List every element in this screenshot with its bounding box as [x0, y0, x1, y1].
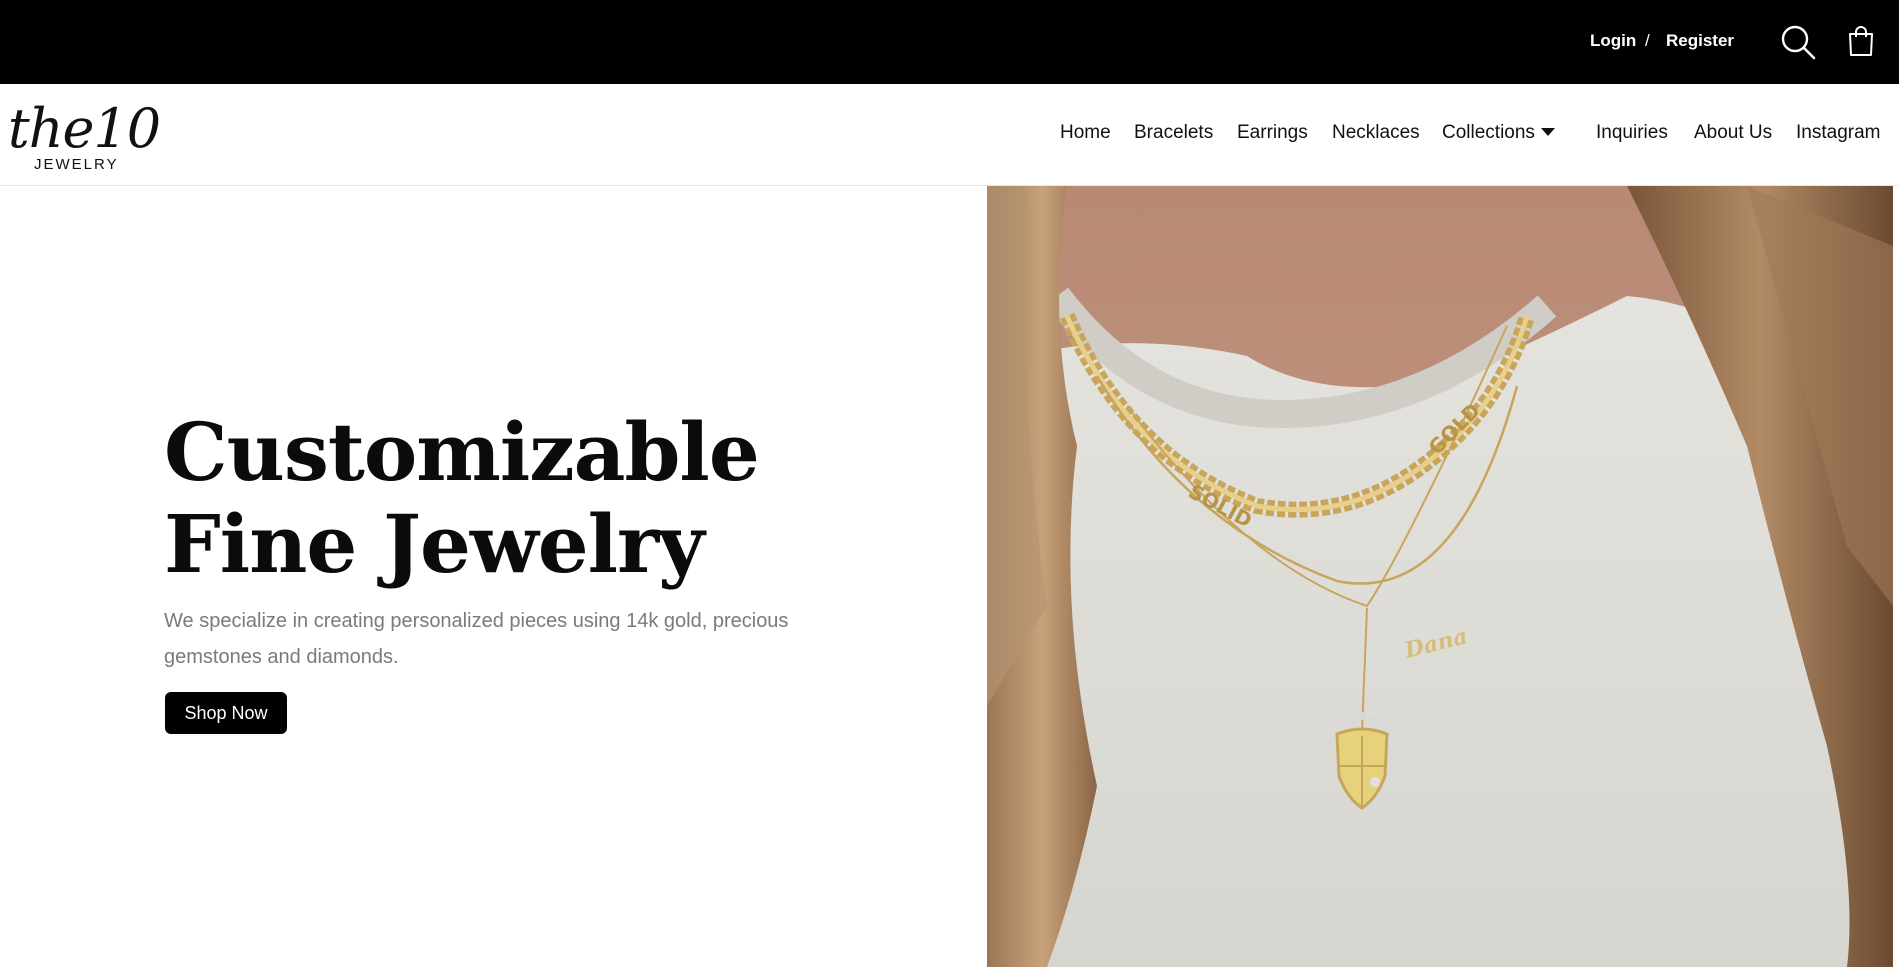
nav-collections[interactable]: Collections: [1442, 122, 1555, 144]
nav-inquiries[interactable]: Inquiries: [1596, 122, 1668, 144]
nav-collections-label: Collections: [1442, 122, 1535, 143]
shop-now-button[interactable]: Shop Now: [165, 692, 287, 734]
nav-home[interactable]: Home: [1060, 122, 1111, 144]
site-header: the10 JEWELRY Home Bracelets Earrings Ne…: [0, 84, 1899, 186]
brand-logo[interactable]: the10 JEWELRY: [8, 98, 161, 174]
search-icon[interactable]: [1779, 23, 1817, 61]
necklace-photo: SOLID GOLD Dana: [987, 186, 1893, 967]
nav-necklaces[interactable]: Necklaces: [1332, 122, 1420, 144]
login-register-separator: /: [1645, 31, 1650, 50]
nav-about-us[interactable]: About Us: [1694, 122, 1772, 144]
logo-wordmark: the10: [8, 97, 161, 160]
nav-instagram[interactable]: Instagram: [1796, 122, 1880, 144]
hero-text-panel: Customizable Fine Jewelry We specialize …: [0, 186, 987, 967]
top-utility-bar: Login / Register: [0, 0, 1899, 84]
login-link[interactable]: Login: [1590, 31, 1636, 51]
register-link[interactable]: Register: [1666, 31, 1734, 51]
chevron-down-icon: [1540, 128, 1555, 136]
logo-subword: JEWELRY: [34, 156, 119, 173]
hero-title: Customizable Fine Jewelry: [164, 405, 760, 591]
hero-image: SOLID GOLD Dana: [987, 186, 1893, 967]
nav-bracelets[interactable]: Bracelets: [1134, 122, 1213, 144]
cart-icon[interactable]: [1846, 25, 1876, 57]
hero-subtitle: We specialize in creating personalized p…: [164, 610, 789, 668]
nav-earrings[interactable]: Earrings: [1237, 122, 1308, 144]
